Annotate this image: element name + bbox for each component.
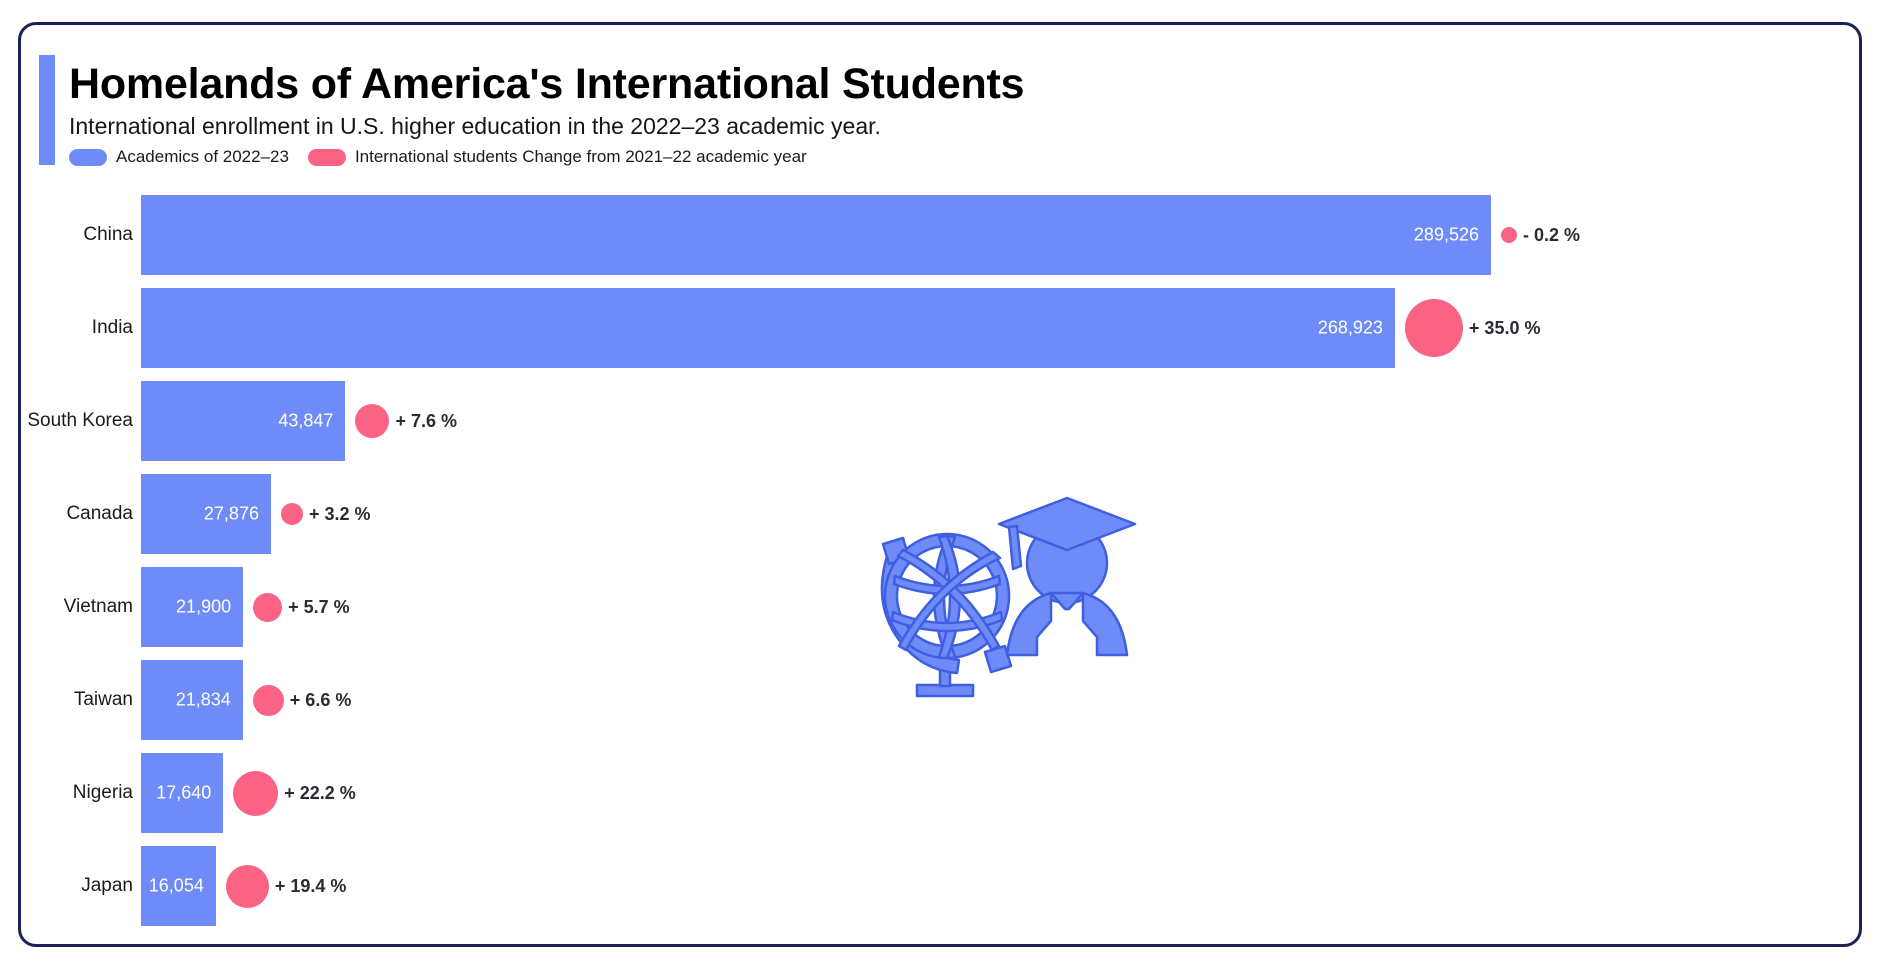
bar-value-label: 27,876 bbox=[203, 503, 259, 524]
category-label: Japan bbox=[81, 875, 133, 896]
change-indicator[interactable]: + 5.7 % bbox=[253, 567, 350, 647]
change-label: + 22.2 % bbox=[284, 782, 356, 803]
change-bubble-icon bbox=[1501, 227, 1517, 243]
category-label: Taiwan bbox=[73, 689, 133, 710]
legend-item-1[interactable]: International students Change from 2021–… bbox=[307, 147, 807, 167]
change-bubble-icon bbox=[233, 770, 279, 816]
legend-swatch-icon bbox=[69, 148, 107, 166]
legend-item-label: Academics of 2022–23 bbox=[116, 147, 289, 166]
bar-value-label: 21,834 bbox=[175, 689, 231, 710]
bar-value-label: 21,900 bbox=[176, 596, 232, 617]
bar-row[interactable]: Japan 16,054 + 19.4 % bbox=[21, 846, 1859, 926]
bar-value-label: 268,923 bbox=[1317, 317, 1383, 338]
change-label: + 5.7 % bbox=[288, 596, 350, 617]
legend-item-0[interactable]: Academics of 2022–23 bbox=[69, 147, 289, 167]
change-indicator[interactable]: + 6.6 % bbox=[252, 660, 352, 740]
category-label: Nigeria bbox=[72, 782, 133, 803]
change-label: + 3.2 % bbox=[308, 503, 371, 524]
chart-card: Homelands of America's International Stu… bbox=[18, 22, 1862, 947]
change-bubble-icon bbox=[225, 864, 269, 908]
change-bubble-icon bbox=[252, 684, 284, 716]
bar-value-label: 17,640 bbox=[156, 782, 212, 803]
bar-row[interactable]: China 289,526 - 0.2 % bbox=[21, 195, 1859, 275]
value-bar[interactable]: 21,834 bbox=[141, 660, 243, 740]
value-bar[interactable]: 268,923 bbox=[141, 288, 1395, 368]
bar-row[interactable]: Vietnam 21,900 + 5.7 % bbox=[21, 567, 1859, 647]
change-bubble-icon bbox=[253, 592, 283, 622]
value-bar[interactable]: 17,640 bbox=[141, 753, 224, 833]
change-label: + 19.4 % bbox=[274, 875, 347, 896]
bar-value-label: 43,847 bbox=[278, 410, 334, 431]
change-indicator[interactable]: + 7.6 % bbox=[355, 381, 457, 461]
change-label: - 0.2 % bbox=[1523, 224, 1581, 245]
change-indicator[interactable]: + 35.0 % bbox=[1404, 288, 1541, 368]
bar-value-label: 16,054 bbox=[148, 875, 204, 896]
value-bar[interactable]: 43,847 bbox=[141, 381, 346, 461]
category-label: South Korea bbox=[27, 410, 133, 431]
change-indicator[interactable]: + 3.2 % bbox=[280, 474, 371, 554]
value-bar[interactable]: 16,054 bbox=[141, 846, 216, 926]
title-accent-bar bbox=[39, 55, 55, 165]
change-indicator[interactable]: + 19.4 % bbox=[225, 846, 347, 926]
bar-chart-plot: China 289,526 - 0.2 % India 268,923 + 35.0 % S… bbox=[21, 195, 1859, 944]
change-bubble-icon bbox=[1404, 299, 1463, 357]
page-title: Homelands of America's International Stu… bbox=[69, 60, 1025, 108]
bar-row[interactable]: South Korea 43,847 + 7.6 % bbox=[21, 381, 1859, 461]
category-label: China bbox=[83, 224, 133, 245]
value-bar[interactable]: 27,876 bbox=[141, 474, 271, 554]
legend-item-label: International students Change from 2021–… bbox=[354, 147, 807, 166]
change-label: + 6.6 % bbox=[289, 689, 352, 710]
bar-row[interactable]: India 268,923 + 35.0 % bbox=[21, 288, 1859, 368]
bar-row[interactable]: Nigeria 17,640 + 22.2 % bbox=[21, 753, 1859, 833]
bar-row[interactable]: Canada 27,876 + 3.2 % bbox=[21, 474, 1859, 554]
page-subtitle: International enrollment in U.S. higher … bbox=[69, 113, 881, 139]
change-label: + 35.0 % bbox=[1468, 317, 1541, 338]
category-label: Canada bbox=[66, 503, 133, 524]
change-indicator[interactable]: + 22.2 % bbox=[233, 753, 356, 833]
change-bubble-icon bbox=[355, 404, 390, 438]
category-label: India bbox=[91, 317, 133, 338]
chart-legend: Academics of 2022–23 International studen… bbox=[69, 147, 816, 167]
change-bubble-icon bbox=[280, 503, 303, 525]
legend-swatch-icon bbox=[307, 148, 346, 166]
bar-row[interactable]: Taiwan 21,834 + 6.6 % bbox=[21, 660, 1859, 740]
value-bar[interactable]: 21,900 bbox=[141, 567, 244, 647]
change-indicator[interactable]: - 0.2 % bbox=[1501, 195, 1580, 275]
change-label: + 7.6 % bbox=[395, 410, 457, 431]
value-bar[interactable]: 289,526 bbox=[141, 195, 1491, 275]
bar-value-label: 289,526 bbox=[1413, 224, 1479, 245]
category-label: Vietnam bbox=[63, 596, 133, 617]
